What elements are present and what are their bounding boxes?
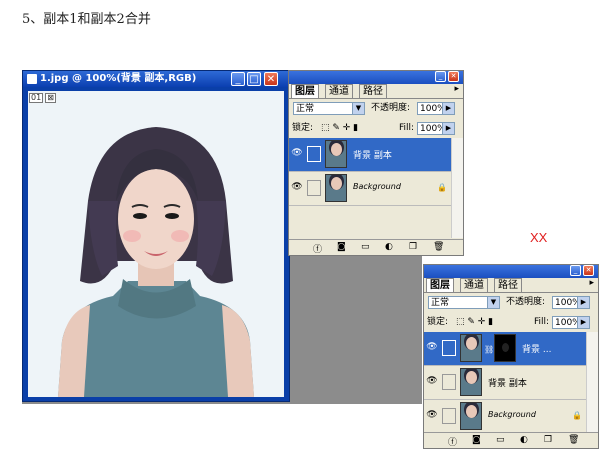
layer-row[interactable]: 👁 Background 🔒 — [289, 172, 451, 206]
tab-layers[interactable]: 图层 — [426, 278, 454, 292]
image-canvas[interactable] — [28, 91, 284, 397]
panel-close-button[interactable]: ✕ — [448, 71, 459, 82]
panel-tabs: 图层 通道 路径 ▸ — [289, 84, 463, 99]
fill-input[interactable]: 100% ▶ — [552, 316, 590, 329]
trash-icon[interactable]: 🗑 — [433, 242, 444, 252]
link-box[interactable] — [442, 374, 456, 390]
tab-paths[interactable]: 路径 — [494, 278, 522, 292]
fill-label: Fill: — [534, 317, 550, 327]
blend-mode-select[interactable]: 正常 ▼ — [293, 102, 365, 115]
document-title: 1.jpg @ 100%(背景 副本,RGB) — [40, 73, 197, 84]
panel-titlebar[interactable]: _ ✕ — [289, 71, 463, 84]
layer-thumbnail — [460, 334, 482, 362]
layer-thumbnail — [325, 174, 347, 202]
layer-mask-thumbnail[interactable] — [494, 334, 516, 362]
layer-thumbnail — [460, 368, 482, 396]
maximize-button[interactable]: □ — [247, 72, 261, 86]
adjustment-layer-icon[interactable]: ◐ — [520, 435, 528, 445]
minimize-button[interactable]: _ — [231, 72, 245, 86]
tab-channels[interactable]: 通道 — [325, 84, 353, 98]
layer-row[interactable]: 👁 背景 副本 — [289, 138, 451, 172]
layers-panel-after[interactable]: _ ✕ 图层 通道 路径 ▸ 正常 ▼ 不透明度: 100% ▶ 锁定: ⬚ ✎ ✛… — [423, 264, 599, 449]
layer-name: Background — [488, 410, 536, 419]
opacity-label: 不透明度: — [371, 103, 411, 113]
lock-icon: 🔒 — [572, 411, 582, 420]
layer-thumbnail — [325, 140, 347, 168]
page-indicator: 01 — [29, 93, 44, 103]
tab-layers[interactable]: 图层 — [291, 84, 319, 98]
panel-close-button[interactable]: ✕ — [583, 265, 594, 276]
opacity-input[interactable]: 100% ▶ — [417, 102, 455, 115]
blend-mode-select[interactable]: 正常 ▼ — [428, 296, 500, 309]
add-mask-icon[interactable]: ◙ — [337, 242, 346, 252]
eye-icon[interactable]: 👁 — [426, 342, 438, 354]
lock-label: 锁定: — [292, 123, 314, 133]
portrait-image — [28, 91, 284, 397]
brush-link-icon[interactable] — [307, 146, 321, 162]
tab-paths[interactable]: 路径 — [359, 84, 387, 98]
new-set-icon[interactable]: ▭ — [361, 242, 370, 252]
chain-link-icon[interactable]: ⛓ — [484, 345, 494, 354]
layer-style-icon[interactable]: ⓕ — [448, 435, 457, 448]
fill-label: Fill: — [399, 123, 415, 133]
layer-name: 背景 副本 — [353, 151, 392, 161]
mask-link-icon[interactable] — [442, 340, 456, 356]
status-indicator-icon: ⊠ — [45, 93, 56, 103]
panel-minimize-button[interactable]: _ — [570, 265, 581, 276]
red-annotation: XX — [530, 230, 548, 245]
panel-titlebar[interactable]: _ ✕ — [424, 265, 598, 278]
layer-thumbnail — [460, 402, 482, 430]
add-mask-icon[interactable]: ◙ — [472, 435, 481, 445]
chevron-right-icon: ▶ — [442, 123, 454, 134]
blend-mode-value: 正常 — [431, 298, 450, 308]
document-window[interactable]: 1.jpg @ 100%(背景 副本,RGB) _ □ ✕ 01 ⊠ — [22, 70, 290, 402]
layer-name: 背景 副本 — [488, 379, 527, 389]
new-set-icon[interactable]: ▭ — [496, 435, 505, 445]
lock-icons[interactable]: ⬚ ✎ ✛ ▮ — [321, 122, 358, 135]
panel-tabs: 图层 通道 路径 ▸ — [424, 278, 598, 293]
fill-input[interactable]: 100% ▶ — [417, 122, 455, 135]
panel-minimize-button[interactable]: _ — [435, 71, 446, 82]
chevron-right-icon: ▶ — [442, 103, 454, 114]
lock-label: 锁定: — [427, 317, 449, 327]
link-box[interactable] — [442, 408, 456, 424]
layers-scrollbar[interactable] — [586, 332, 598, 432]
layer-style-icon[interactable]: ⓕ — [313, 242, 322, 255]
lock-icons[interactable]: ⬚ ✎ ✛ ▮ — [456, 316, 493, 329]
layer-name: Background — [353, 182, 401, 191]
eye-icon[interactable]: 👁 — [426, 376, 438, 388]
chevron-down-icon: ▼ — [352, 103, 364, 114]
chevron-down-icon: ▼ — [487, 297, 499, 308]
tab-channels[interactable]: 通道 — [460, 278, 488, 292]
chevron-right-icon: ▶ — [577, 297, 589, 308]
chevron-right-icon: ▶ — [577, 317, 589, 328]
layer-row[interactable]: 👁 Background 🔒 — [424, 400, 586, 434]
lock-icon: 🔒 — [437, 183, 447, 192]
panel-menu-icon[interactable]: ▸ — [589, 278, 594, 288]
eye-icon[interactable]: 👁 — [291, 148, 303, 160]
layer-name: 背景 ... — [522, 345, 552, 355]
photoshop-doc-icon — [27, 74, 37, 84]
opacity-label: 不透明度: — [506, 297, 546, 307]
blend-mode-value: 正常 — [296, 104, 315, 114]
panel-menu-icon[interactable]: ▸ — [454, 84, 459, 94]
eye-icon[interactable]: 👁 — [291, 182, 303, 194]
step-heading: 5、副本1和副本2合并 — [22, 12, 151, 27]
layer-row[interactable]: 👁 ⛓ 背景 ... — [424, 332, 586, 366]
view-indicators: 01 ⊠ — [29, 93, 58, 103]
layer-row[interactable]: 👁 背景 副本 — [424, 366, 586, 400]
link-box[interactable] — [307, 180, 321, 196]
panel-bottom-toolbar: ⓕ ◙ ▭ ◐ ❐ 🗑 — [289, 239, 463, 255]
new-layer-icon[interactable]: ❐ — [544, 435, 552, 445]
layers-panel-before[interactable]: _ ✕ 图层 通道 路径 ▸ 正常 ▼ 不透明度: 100% ▶ 锁定: ⬚ ✎ ✛… — [288, 70, 464, 256]
close-button[interactable]: ✕ — [264, 72, 278, 86]
eye-icon[interactable]: 👁 — [426, 410, 438, 422]
layers-scrollbar[interactable] — [451, 138, 463, 238]
adjustment-layer-icon[interactable]: ◐ — [385, 242, 393, 252]
panel-bottom-toolbar: ⓕ ◙ ▭ ◐ ❐ 🗑 — [424, 432, 598, 448]
opacity-input[interactable]: 100% ▶ — [552, 296, 590, 309]
trash-icon[interactable]: 🗑 — [568, 435, 579, 445]
new-layer-icon[interactable]: ❐ — [409, 242, 417, 252]
